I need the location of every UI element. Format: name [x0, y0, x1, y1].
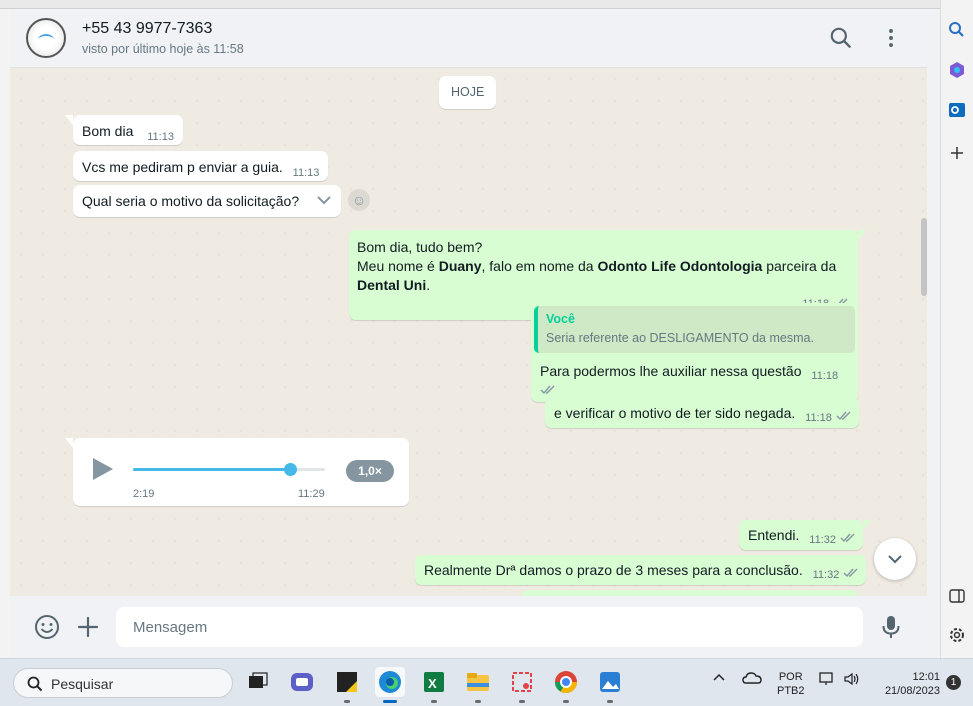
- message-time: 11:32: [809, 534, 836, 546]
- taskbar-search-placeholder: Pesquisar: [51, 676, 114, 692]
- running-indicator: [563, 700, 569, 703]
- browser-top-strip: [0, 0, 940, 9]
- playback-speed-button[interactable]: 1,0×: [346, 460, 394, 482]
- message-text: Para podermos lhe auxiliar nessa questão: [540, 363, 802, 379]
- audio-progress-track[interactable]: [133, 463, 325, 476]
- windows-taskbar: Pesquisar X POR PTB2 12:01 21/08/2023 1: [0, 658, 973, 706]
- incoming-message[interactable]: Qual seria o motivo da solicitação?: [73, 185, 341, 217]
- excel-icon[interactable]: X: [419, 667, 449, 703]
- left-edge-panel: [0, 9, 10, 658]
- running-indicator: [431, 700, 437, 703]
- task-view-icon[interactable]: [243, 667, 273, 697]
- sticky-notes-icon[interactable]: [332, 667, 362, 703]
- message-time: 11:13: [292, 167, 320, 179]
- emoji-reaction-icon[interactable]: ☺: [348, 189, 370, 211]
- system-clock[interactable]: 12:01 21/08/2023: [876, 670, 940, 698]
- microphone-icon[interactable]: [877, 613, 905, 641]
- message-text: Qual seria o motivo da solicitação?: [82, 193, 300, 209]
- chevron-down-icon: [888, 555, 902, 564]
- photos-icon[interactable]: [595, 667, 625, 703]
- active-indicator: [383, 700, 397, 703]
- search-icon: [27, 676, 43, 692]
- add-icon[interactable]: [947, 143, 967, 163]
- search-icon[interactable]: [828, 25, 854, 51]
- message-text: Vcs me pediram p enviar a guia.: [82, 159, 283, 175]
- outgoing-message[interactable]: Entendi. 11:32: [739, 520, 871, 551]
- message-time: 11:32: [812, 569, 840, 581]
- quote-author: Você: [546, 312, 575, 326]
- network-icon[interactable]: [818, 671, 836, 690]
- message-time: 11:18: [811, 370, 839, 382]
- message-text: e verificar o motivo de ter sido negada.: [554, 405, 796, 421]
- message-line: Meu nome é Duany, falo em nome da Odonto…: [357, 258, 837, 274]
- compose-bar: [10, 596, 927, 658]
- voice-message[interactable]: 2:19 11:29 1,0×: [65, 438, 409, 506]
- teams-chat-icon[interactable]: [287, 667, 317, 697]
- contact-name[interactable]: +55 43 9977-7363: [82, 20, 212, 38]
- outgoing-message[interactable]: e verificar o motivo de ter sido negada.…: [545, 398, 859, 429]
- emoji-icon[interactable]: [33, 613, 61, 641]
- onedrive-cloud-icon[interactable]: [742, 671, 762, 688]
- running-indicator: [344, 700, 350, 703]
- clock-time: 12:01: [912, 671, 940, 683]
- chat-scrollbar[interactable]: [921, 218, 927, 296]
- last-seen-status: visto por último hoje às 11:58: [82, 42, 244, 56]
- chevron-up-icon[interactable]: [712, 671, 726, 688]
- contact-avatar[interactable]: [26, 18, 66, 58]
- volume-icon[interactable]: [843, 671, 861, 690]
- settings-gear-icon[interactable]: [947, 625, 967, 645]
- audio-progress-fill: [133, 468, 291, 471]
- quoted-message[interactable]: Você Seria referente ao DESLIGAMENTO da …: [534, 306, 855, 353]
- audio-seek-handle[interactable]: [284, 463, 298, 476]
- quote-text: Seria referente ao DESLIGAMENTO da mesma…: [546, 331, 814, 345]
- chevron-down-icon[interactable]: [315, 193, 333, 210]
- notification-badge[interactable]: 1: [946, 675, 961, 690]
- browser-sidebar: [940, 0, 973, 658]
- plus-icon[interactable]: [74, 613, 102, 641]
- incoming-message[interactable]: Bom dia 11:13: [65, 115, 183, 145]
- chrome-icon[interactable]: [551, 667, 581, 703]
- copilot-icon[interactable]: [947, 60, 967, 80]
- message-text: Realmente Drª damos o prazo de 3 meses p…: [424, 562, 803, 578]
- message-time: 11:13: [147, 131, 174, 143]
- taskbar-search[interactable]: Pesquisar: [13, 668, 233, 698]
- file-explorer-icon[interactable]: [463, 667, 493, 703]
- running-indicator: [519, 700, 525, 703]
- message-time: 11:18: [805, 412, 832, 424]
- search-icon[interactable]: [947, 20, 967, 40]
- date-divider: HOJE: [439, 76, 497, 109]
- conversation-panel[interactable]: HOJE Bom dia 11:13 Vcs me pediram p envi…: [10, 68, 927, 596]
- double-check-icon: [836, 408, 852, 424]
- svg-text:X: X: [428, 676, 437, 691]
- audio-duration: 2:19: [133, 488, 155, 500]
- message-line: Bom dia, tudo bem?: [357, 239, 483, 255]
- outlook-icon[interactable]: [947, 100, 967, 120]
- double-check-icon: [840, 530, 856, 546]
- message-text: Bom dia: [82, 123, 134, 139]
- running-indicator: [475, 700, 481, 703]
- double-check-icon: [540, 382, 556, 398]
- sidebar-toggle-icon[interactable]: [947, 586, 967, 606]
- edge-browser-icon[interactable]: [375, 667, 405, 703]
- snipping-tool-icon[interactable]: [507, 667, 537, 703]
- clock-date: 21/08/2023: [884, 685, 940, 697]
- scroll-down-button[interactable]: [874, 538, 916, 580]
- chat-header[interactable]: +55 43 9977-7363 visto por último hoje à…: [10, 9, 927, 68]
- kebab-menu-icon[interactable]: [878, 25, 904, 51]
- message-time: 11:29: [298, 488, 325, 500]
- play-icon[interactable]: [93, 458, 113, 480]
- message-text: Entendi.: [748, 527, 800, 543]
- double-check-icon: [843, 565, 859, 581]
- outgoing-reply-message[interactable]: Você Seria referente ao DESLIGAMENTO da …: [531, 303, 858, 403]
- message-input[interactable]: [116, 607, 863, 647]
- incoming-message[interactable]: Vcs me pediram p enviar a guia. 11:13: [73, 151, 329, 181]
- keyboard-language[interactable]: POR PTB2: [777, 670, 805, 698]
- running-indicator: [607, 700, 613, 703]
- outgoing-message[interactable]: Realmente Drª damos o prazo de 3 meses p…: [415, 555, 867, 586]
